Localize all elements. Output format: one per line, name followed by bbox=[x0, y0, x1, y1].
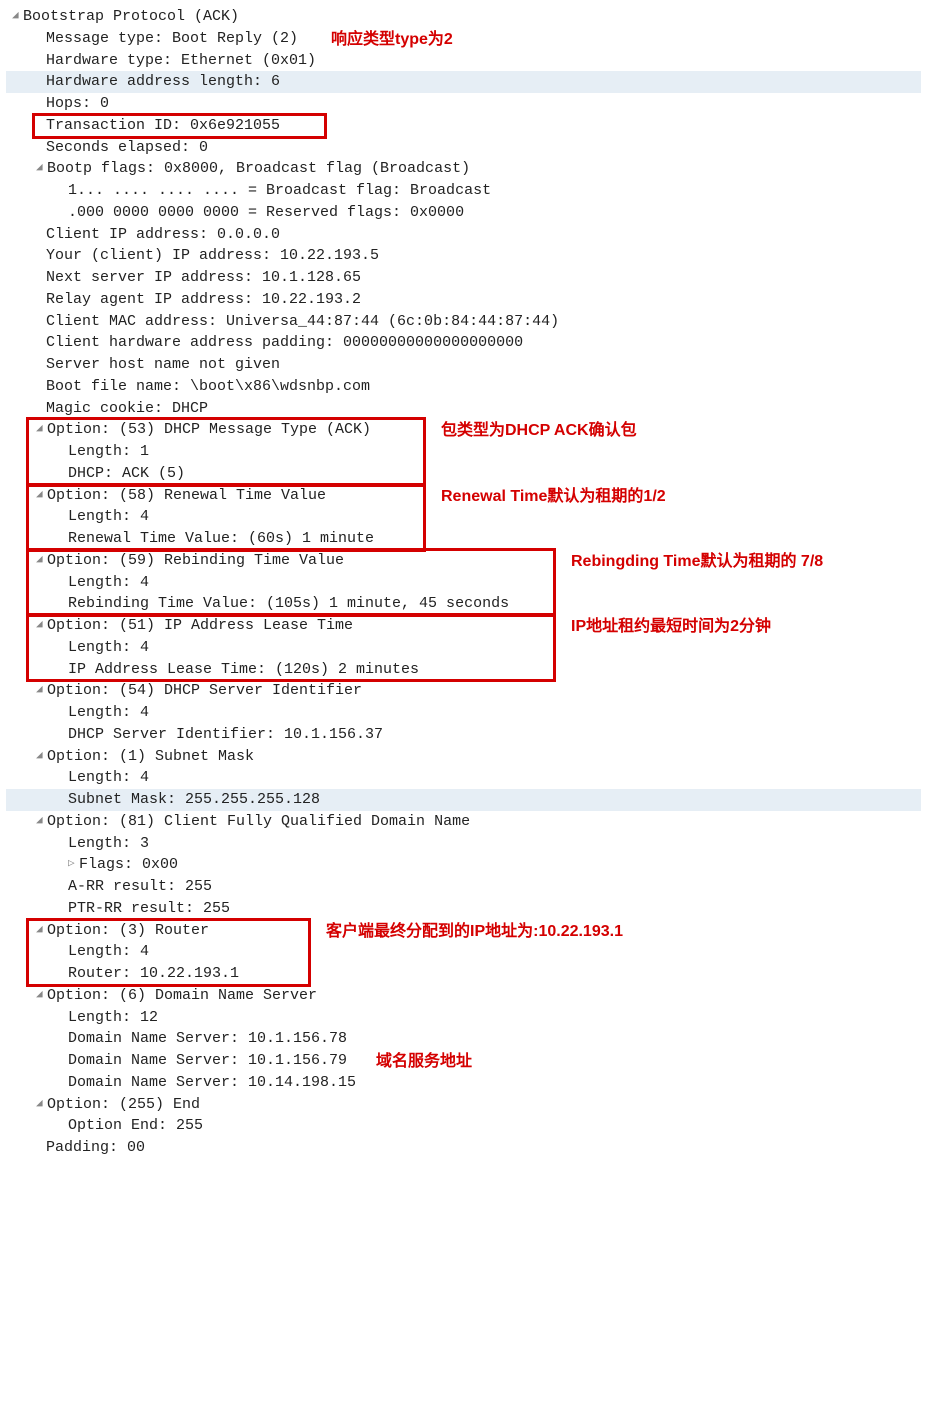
option-6-dns1[interactable]: Domain Name Server: 10.1.156.78 bbox=[6, 1028, 921, 1050]
option-6-dns3[interactable]: Domain Name Server: 10.14.198.15 bbox=[6, 1072, 921, 1094]
flag-broadcast[interactable]: 1... .... .... .... = Broadcast flag: Br… bbox=[6, 180, 921, 202]
expand-icon[interactable]: ◢ bbox=[36, 988, 47, 1004]
expand-icon[interactable]: ◢ bbox=[36, 923, 47, 939]
field-chaddr-padding[interactable]: Client hardware address padding: 0000000… bbox=[6, 332, 921, 354]
expand-icon[interactable]: ◢ bbox=[36, 814, 47, 830]
expand-icon[interactable]: ◢ bbox=[36, 488, 47, 504]
option-1-header[interactable]: ◢Option: (1) Subnet Mask bbox=[6, 746, 921, 768]
option-81-length[interactable]: Length: 3 bbox=[6, 833, 921, 855]
option-1-length[interactable]: Length: 4 bbox=[6, 767, 921, 789]
option-59-length[interactable]: Length: 4 bbox=[6, 572, 921, 594]
expand-icon[interactable]: ◢ bbox=[36, 161, 47, 177]
option-54-value[interactable]: DHCP Server Identifier: 10.1.156.37 bbox=[6, 724, 921, 746]
field-padding[interactable]: Padding: 00 bbox=[6, 1137, 921, 1159]
field-magic-cookie[interactable]: Magic cookie: DHCP bbox=[6, 398, 921, 420]
option-53-header[interactable]: ◢Option: (53) DHCP Message Type (ACK)包类型… bbox=[6, 419, 921, 441]
option-53-length[interactable]: Length: 1 bbox=[6, 441, 921, 463]
expand-icon[interactable]: ◢ bbox=[36, 749, 47, 765]
field-client-ip[interactable]: Client IP address: 0.0.0.0 bbox=[6, 224, 921, 246]
option-255-header[interactable]: ◢Option: (255) End bbox=[6, 1094, 921, 1116]
annot-opt6: 域名服务地址 bbox=[376, 1050, 472, 1073]
field-bootp-flags[interactable]: ◢Bootp flags: 0x8000, Broadcast flag (Br… bbox=[6, 158, 921, 180]
option-81-ptr-rr[interactable]: PTR-RR result: 255 bbox=[6, 898, 921, 920]
option-58-header[interactable]: ◢Option: (58) Renewal Time ValueRenewal … bbox=[6, 485, 921, 507]
expand-icon[interactable]: ◢ bbox=[36, 553, 47, 569]
option-81-a-rr[interactable]: A-RR result: 255 bbox=[6, 876, 921, 898]
field-relay-agent-ip[interactable]: Relay agent IP address: 10.22.193.2 bbox=[6, 289, 921, 311]
option-51-header[interactable]: ◢Option: (51) IP Address Lease TimeIP地址租… bbox=[6, 615, 921, 637]
option-1-value[interactable]: Subnet Mask: 255.255.255.128 bbox=[6, 789, 921, 811]
annot-opt53: 包类型为DHCP ACK确认包 bbox=[441, 419, 637, 442]
field-boot-file[interactable]: Boot file name: \boot\x86\wdsnbp.com bbox=[6, 376, 921, 398]
expand-icon[interactable]: ◢ bbox=[36, 422, 47, 438]
option-81-header[interactable]: ◢Option: (81) Client Fully Qualified Dom… bbox=[6, 811, 921, 833]
option-51-value[interactable]: IP Address Lease Time: (120s) 2 minutes bbox=[6, 659, 921, 681]
field-seconds-elapsed[interactable]: Seconds elapsed: 0 bbox=[6, 137, 921, 159]
field-server-host-name[interactable]: Server host name not given bbox=[6, 354, 921, 376]
option-53-value[interactable]: DHCP: ACK (5) bbox=[6, 463, 921, 485]
field-transaction-id[interactable]: Transaction ID: 0x6e921055 bbox=[6, 115, 921, 137]
option-54-length[interactable]: Length: 4 bbox=[6, 702, 921, 724]
option-255-value[interactable]: Option End: 255 bbox=[6, 1115, 921, 1137]
option-58-length[interactable]: Length: 4 bbox=[6, 506, 921, 528]
field-next-server-ip[interactable]: Next server IP address: 10.1.128.65 bbox=[6, 267, 921, 289]
option-6-length[interactable]: Length: 12 bbox=[6, 1007, 921, 1029]
field-your-ip[interactable]: Your (client) IP address: 10.22.193.5 bbox=[6, 245, 921, 267]
expand-icon[interactable]: ◢ bbox=[36, 683, 47, 699]
annot-opt3: 客户端最终分配到的IP地址为:10.22.193.1 bbox=[326, 920, 623, 943]
option-3-length[interactable]: Length: 4 bbox=[6, 941, 921, 963]
option-6-header[interactable]: ◢Option: (6) Domain Name Server bbox=[6, 985, 921, 1007]
option-58-value[interactable]: Renewal Time Value: (60s) 1 minute bbox=[6, 528, 921, 550]
expand-icon[interactable]: ◢ bbox=[12, 9, 23, 25]
option-59-value[interactable]: Rebinding Time Value: (105s) 1 minute, 4… bbox=[6, 593, 921, 615]
packet-detail-pane[interactable]: ◢Bootstrap Protocol (ACK) Message type: … bbox=[6, 6, 921, 1159]
expand-icon[interactable]: ◢ bbox=[36, 618, 47, 634]
option-6-dns2[interactable]: Domain Name Server: 10.1.156.79域名服务地址 bbox=[6, 1050, 921, 1072]
annot-msg-type: 响应类型type为2 bbox=[331, 28, 453, 51]
field-hw-addr-len[interactable]: Hardware address length: 6 bbox=[6, 71, 921, 93]
field-hops[interactable]: Hops: 0 bbox=[6, 93, 921, 115]
option-3-value[interactable]: Router: 10.22.193.1 bbox=[6, 963, 921, 985]
option-54-header[interactable]: ◢Option: (54) DHCP Server Identifier bbox=[6, 680, 921, 702]
flag-reserved[interactable]: .000 0000 0000 0000 = Reserved flags: 0x… bbox=[6, 202, 921, 224]
option-59-header[interactable]: ◢Option: (59) Rebinding Time ValueRebing… bbox=[6, 550, 921, 572]
collapsed-icon[interactable]: ▷ bbox=[68, 857, 79, 873]
tree-root[interactable]: ◢Bootstrap Protocol (ACK) bbox=[6, 6, 921, 28]
option-81-flags[interactable]: ▷Flags: 0x00 bbox=[6, 854, 921, 876]
root-label: Bootstrap Protocol (ACK) bbox=[23, 8, 239, 25]
field-hardware-type[interactable]: Hardware type: Ethernet (0x01) bbox=[6, 50, 921, 72]
option-51-length[interactable]: Length: 4 bbox=[6, 637, 921, 659]
expand-icon[interactable]: ◢ bbox=[36, 1097, 47, 1113]
annot-opt51: IP地址租约最短时间为2分钟 bbox=[571, 615, 771, 638]
annot-opt58: Renewal Time默认为租期的1/2 bbox=[441, 485, 666, 508]
annot-opt59: Rebingding Time默认为租期的 7/8 bbox=[571, 550, 823, 573]
field-message-type[interactable]: Message type: Boot Reply (2)响应类型type为2 bbox=[6, 28, 921, 50]
option-3-header[interactable]: ◢Option: (3) Router客户端最终分配到的IP地址为:10.22.… bbox=[6, 920, 921, 942]
field-client-mac[interactable]: Client MAC address: Universa_44:87:44 (6… bbox=[6, 311, 921, 333]
